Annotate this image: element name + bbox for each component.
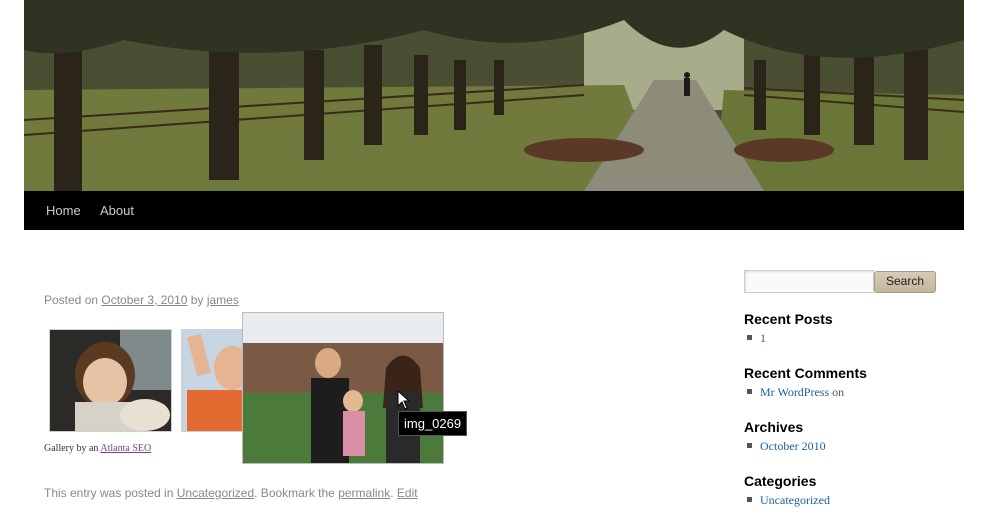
gallery-credit-prefix: Gallery by an: [44, 443, 99, 454]
header-image: [24, 0, 964, 191]
recent-posts-title: Recent Posts: [744, 311, 833, 327]
gallery-credit: Gallery by an Atlanta SEO: [44, 443, 151, 454]
author-link[interactable]: james: [207, 293, 239, 307]
nav-home[interactable]: Home: [46, 203, 81, 218]
list-bullet: [747, 389, 752, 394]
main-navigation: Home About: [24, 191, 964, 230]
gallery-thumb-girl-car[interactable]: [49, 329, 172, 432]
mouse-cursor-icon: [397, 390, 411, 410]
list-bullet: [747, 443, 752, 448]
search-button[interactable]: Search: [874, 271, 936, 293]
bookmark-text: . Bookmark the: [254, 486, 335, 500]
list-bullet: [747, 335, 752, 340]
category-sidebar-link[interactable]: Uncategorized: [760, 493, 830, 508]
search-input[interactable]: [744, 270, 874, 293]
gallery-credit-link[interactable]: Atlanta SEO: [100, 443, 151, 454]
archives-title: Archives: [744, 419, 804, 435]
recent-comment-item: Mr WordPress on: [760, 385, 844, 400]
archive-link[interactable]: October 2010: [760, 439, 826, 454]
recent-post-link[interactable]: 1: [760, 331, 766, 346]
recent-comment-author-link[interactable]: Mr WordPress: [760, 385, 829, 399]
category-link[interactable]: Uncategorized: [177, 486, 254, 500]
gallery-image-family[interactable]: [242, 312, 444, 464]
post-date-link[interactable]: October 3, 2010: [101, 293, 187, 307]
recent-comments-title: Recent Comments: [744, 365, 867, 381]
by-label: by: [190, 293, 204, 307]
recent-comment-on: on: [832, 385, 845, 399]
image-tooltip: img_0269: [398, 411, 468, 436]
period: .: [390, 486, 394, 500]
categories-title: Categories: [744, 473, 817, 489]
post-meta: Posted on October 3, 2010 by james: [44, 293, 239, 307]
edit-link[interactable]: Edit: [397, 486, 418, 500]
entry-prefix: This entry was posted in: [44, 486, 174, 500]
list-bullet: [747, 497, 752, 502]
entry-utility: This entry was posted in Uncategorized. …: [44, 486, 418, 500]
gallery-thumb-boy[interactable]: [181, 329, 243, 432]
nav-about[interactable]: About: [100, 203, 134, 218]
permalink-link[interactable]: permalink: [338, 486, 390, 500]
posted-on-label: Posted on: [44, 293, 99, 307]
